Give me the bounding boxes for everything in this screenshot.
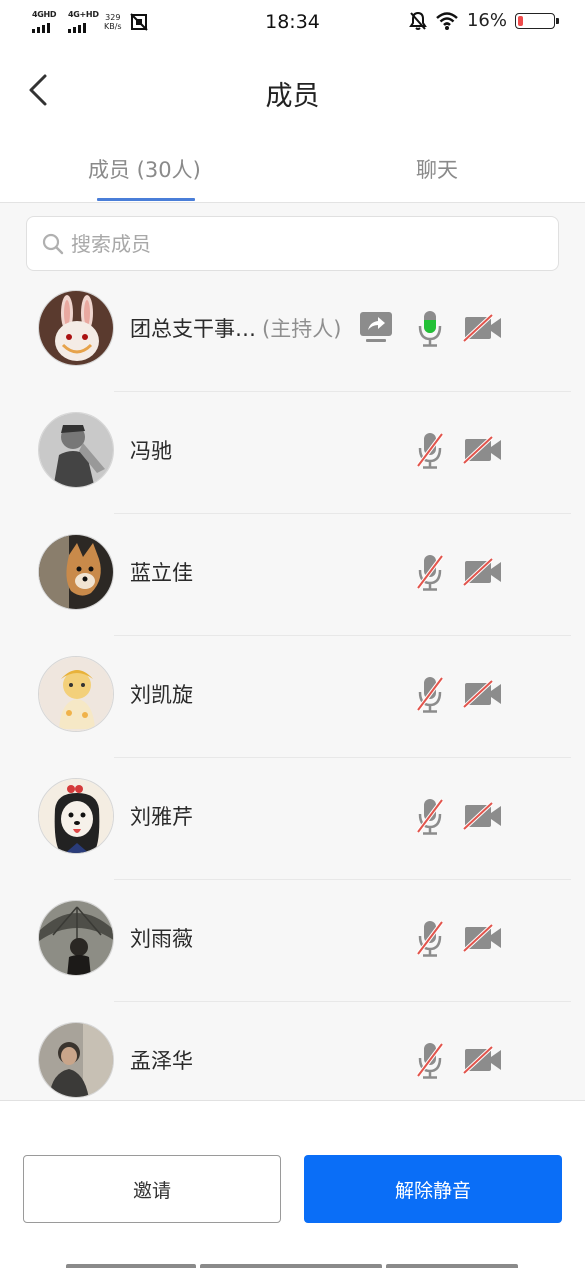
mic-muted-icon[interactable] [415, 918, 445, 958]
nav-header: 成员 [0, 46, 585, 138]
battery-fill [518, 15, 523, 26]
camera-off-icon[interactable] [463, 1046, 503, 1074]
camera-off-icon[interactable] [463, 924, 503, 952]
invite-button[interactable]: 邀请 [23, 1155, 281, 1223]
battery-icon [515, 12, 559, 29]
search-icon [42, 233, 64, 254]
search-input[interactable] [71, 231, 541, 256]
member-row[interactable]: 刘凯旋 [0, 636, 585, 758]
member-name: 冯驰 [130, 435, 172, 465]
member-list: 团总支干事… (主持人) 冯驰 蓝立佳 刘凯旋 刘雅芹 刘雨薇 孟泽华 [0, 270, 585, 1100]
mic-muted-icon[interactable] [415, 1040, 445, 1080]
mic-on-icon[interactable] [415, 308, 445, 348]
camera-off-icon[interactable] [463, 802, 503, 830]
member-row[interactable]: 冯驰 [0, 392, 585, 514]
host-tag: (主持人) [262, 317, 342, 341]
avatar [38, 900, 114, 976]
camera-off-icon[interactable] [463, 680, 503, 708]
member-name-text: 刘雅芹 [130, 805, 193, 829]
member-name: 刘雨薇 [130, 923, 193, 953]
mic-muted-icon[interactable] [415, 552, 445, 592]
member-name-text: 冯驰 [130, 439, 172, 463]
tab-members[interactable]: 成员 (30人) [88, 154, 201, 184]
camera-off-icon[interactable] [463, 558, 503, 586]
member-name-text: 刘凯旋 [130, 683, 193, 707]
camera-off-icon[interactable] [463, 314, 503, 342]
battery-percent: 16% [466, 10, 507, 31]
unmute-button[interactable]: 解除静音 [304, 1155, 562, 1223]
mic-muted-icon[interactable] [415, 796, 445, 836]
member-name-text: 孟泽华 [130, 1049, 193, 1073]
home-indicator [66, 1264, 518, 1268]
page-title: 成员 [265, 81, 320, 112]
member-name: 刘凯旋 [130, 679, 193, 709]
tab-bar: 成员 (30人) 聊天 [0, 138, 585, 203]
member-name-text: 团总支干事… [130, 317, 256, 341]
avatar [38, 778, 114, 854]
bottom-action-bar: 邀请 解除静音 [0, 1100, 585, 1268]
member-name: 团总支干事… (主持人) [130, 313, 341, 343]
wifi-icon [436, 11, 458, 30]
status-bar: 4GHD 4G+HD 329 KB/s 18:34 16% [0, 0, 585, 46]
search-box[interactable] [26, 216, 559, 271]
member-name: 刘雅芹 [130, 801, 193, 831]
screen-share-icon [360, 312, 392, 342]
member-row[interactable]: 刘雨薇 [0, 880, 585, 1002]
member-name-text: 刘雨薇 [130, 927, 193, 951]
member-name: 蓝立佳 [130, 557, 193, 587]
member-row[interactable]: 蓝立佳 [0, 514, 585, 636]
tab-chat[interactable]: 聊天 [416, 154, 458, 184]
mic-muted-icon[interactable] [415, 430, 445, 470]
tab-active-indicator [97, 198, 195, 201]
avatar [38, 290, 114, 366]
member-row[interactable]: 刘雅芹 [0, 758, 585, 880]
member-name: 孟泽华 [130, 1045, 193, 1075]
mute-bell-icon [409, 11, 427, 30]
member-row[interactable]: 团总支干事… (主持人) [0, 270, 585, 392]
member-name-text: 蓝立佳 [130, 561, 193, 585]
member-row[interactable]: 孟泽华 [0, 1002, 585, 1100]
status-right: 16% [409, 10, 559, 31]
camera-off-icon[interactable] [463, 436, 503, 464]
avatar [38, 1022, 114, 1098]
avatar [38, 534, 114, 610]
mic-muted-icon[interactable] [415, 674, 445, 714]
avatar [38, 412, 114, 488]
avatar [38, 656, 114, 732]
